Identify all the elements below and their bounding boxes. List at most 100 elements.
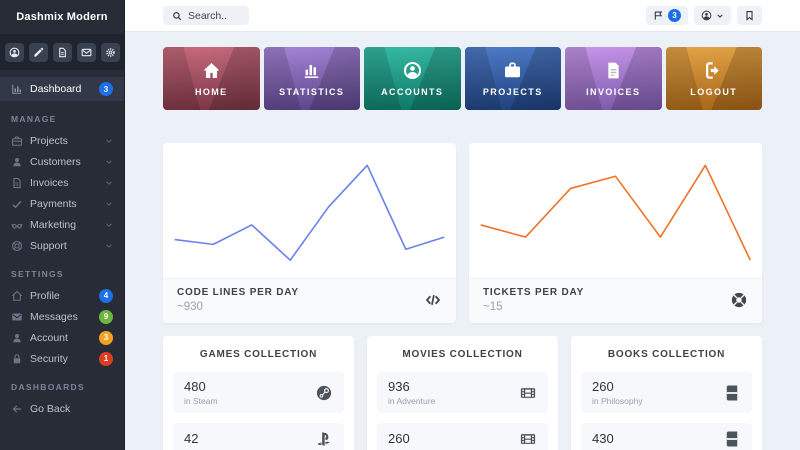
chart-card-footer: CODE LINES PER DAY ~930 — [163, 278, 456, 323]
sidebar-item-security[interactable]: Security 1 — [0, 348, 124, 369]
check-icon — [11, 198, 23, 210]
collection-value: 260 — [388, 431, 410, 446]
collection-subtitle: in Steam — [184, 396, 218, 406]
bookmark-icon — [744, 10, 755, 21]
page-content: HOME STATISTICS ACCOUNTS PROJECTS INVOIC… — [125, 32, 800, 450]
briefcase-icon — [503, 61, 522, 80]
gear-icon[interactable] — [101, 43, 120, 62]
tile-label: HOME — [195, 87, 228, 97]
collection-subtitle: in Philosophy — [592, 396, 643, 406]
file-icon[interactable] — [53, 43, 72, 62]
sidebar-item-profile[interactable]: Profile 4 — [0, 285, 124, 306]
chevron-down-icon — [716, 12, 724, 20]
chart-card-code-lines: CODE LINES PER DAY ~930 — [163, 143, 456, 323]
chart-card-title: CODE LINES PER DAY — [177, 287, 299, 298]
bar-chart-icon — [11, 83, 23, 95]
sidebar-item-label: Payments — [30, 198, 77, 210]
search-input[interactable] — [188, 10, 240, 22]
sidebar-item-label: Support — [30, 240, 67, 252]
sidebar-nav: Dashboard 3 MANAGE Projects Customers In… — [0, 70, 124, 419]
life-ring-icon — [11, 240, 23, 252]
pencil-icon[interactable] — [29, 43, 48, 62]
nav-heading-settings: SETTINGS — [0, 256, 124, 285]
sidebar-item-label: Projects — [30, 135, 68, 147]
book-icon — [723, 430, 741, 448]
games-collection-card: GAMES COLLECTION 480 in Steam 42 — [163, 336, 354, 450]
playstation-icon — [315, 430, 333, 448]
tickets-line-chart — [469, 143, 762, 278]
top-bar-actions: 3 — [646, 6, 762, 25]
sidebar-item-label: Invoices — [30, 177, 69, 189]
file-lines-icon — [604, 61, 623, 80]
sidebar-item-messages[interactable]: Messages 9 — [0, 306, 124, 327]
collection-title: BOOKS COLLECTION — [581, 349, 752, 360]
sidebar-item-projects[interactable]: Projects — [0, 130, 124, 151]
sidebar-item-label: Dashboard — [30, 83, 81, 95]
sidebar-item-invoices[interactable]: Invoices — [0, 172, 124, 193]
tile-accounts[interactable]: ACCOUNTS — [364, 47, 461, 110]
user-circle-icon[interactable] — [5, 43, 24, 62]
sidebar-item-label: Marketing — [30, 219, 76, 231]
glasses-icon — [11, 219, 23, 231]
chart-card-value: ~930 — [177, 301, 299, 313]
user-circle-icon — [701, 10, 712, 21]
tile-label: ACCOUNTS — [381, 87, 443, 97]
sidebar-item-label: Customers — [30, 156, 81, 168]
tile-invoices[interactable]: INVOICES — [565, 47, 662, 110]
tile-label: INVOICES — [586, 87, 640, 97]
collection-row: 260 — [377, 423, 548, 450]
sidebar-item-dashboard[interactable]: Dashboard 3 — [0, 77, 124, 101]
search-icon — [172, 11, 182, 21]
user-circle-icon — [403, 61, 422, 80]
sidebar-item-account[interactable]: Account 3 — [0, 327, 124, 348]
collection-value: 480 — [184, 379, 218, 394]
bookmark-button[interactable] — [737, 6, 762, 25]
film-icon — [519, 430, 537, 448]
sidebar: Dashmix Modern Dashboard 3 MANAGE Projec… — [0, 0, 125, 450]
collection-title: MOVIES COLLECTION — [377, 349, 548, 360]
tile-projects[interactable]: PROJECTS — [465, 47, 562, 110]
account-badge: 3 — [99, 331, 113, 345]
security-badge: 1 — [99, 352, 113, 366]
envelope-icon[interactable] — [77, 43, 96, 62]
sidebar-item-label: Messages — [30, 311, 78, 323]
sign-out-icon — [704, 61, 723, 80]
lock-icon — [11, 353, 23, 365]
tile-statistics[interactable]: STATISTICS — [264, 47, 361, 110]
collection-row: 42 — [173, 423, 344, 450]
chart-card-value: ~15 — [483, 301, 584, 313]
collection-value: 260 — [592, 379, 643, 394]
collection-row: 260 in Philosophy — [581, 372, 752, 413]
briefcase-icon — [11, 135, 23, 147]
file-icon — [11, 177, 23, 189]
film-icon — [519, 384, 537, 402]
chart-bars-icon — [302, 61, 321, 80]
home-icon — [202, 61, 221, 80]
tile-label: STATISTICS — [279, 87, 344, 97]
envelope-icon — [11, 311, 23, 323]
tile-logout[interactable]: LOGOUT — [666, 47, 763, 110]
sidebar-item-marketing[interactable]: Marketing — [0, 214, 124, 235]
user-menu-button[interactable] — [694, 6, 731, 25]
nav-heading-manage: MANAGE — [0, 101, 124, 130]
flag-icon — [653, 10, 664, 21]
search-bar[interactable] — [163, 6, 249, 25]
nav-heading-dashboards: DASHBOARDS — [0, 369, 124, 398]
collection-value: 936 — [388, 379, 435, 394]
chevron-down-icon — [105, 179, 113, 187]
tile-home[interactable]: HOME — [163, 47, 260, 110]
notifications-button[interactable]: 3 — [646, 6, 688, 25]
arrow-left-icon — [11, 403, 23, 415]
collection-value: 430 — [592, 431, 614, 446]
sidebar-item-label: Profile — [30, 290, 60, 302]
code-icon — [424, 291, 442, 309]
chevron-down-icon — [105, 242, 113, 250]
book-icon — [723, 384, 741, 402]
sidebar-item-payments[interactable]: Payments — [0, 193, 124, 214]
sidebar-item-customers[interactable]: Customers — [0, 151, 124, 172]
steam-icon — [315, 384, 333, 402]
messages-badge: 9 — [99, 310, 113, 324]
sidebar-item-support[interactable]: Support — [0, 235, 124, 256]
sidebar-item-go-back[interactable]: Go Back — [0, 398, 124, 419]
movies-collection-card: MOVIES COLLECTION 936 in Adventure 260 — [367, 336, 558, 450]
